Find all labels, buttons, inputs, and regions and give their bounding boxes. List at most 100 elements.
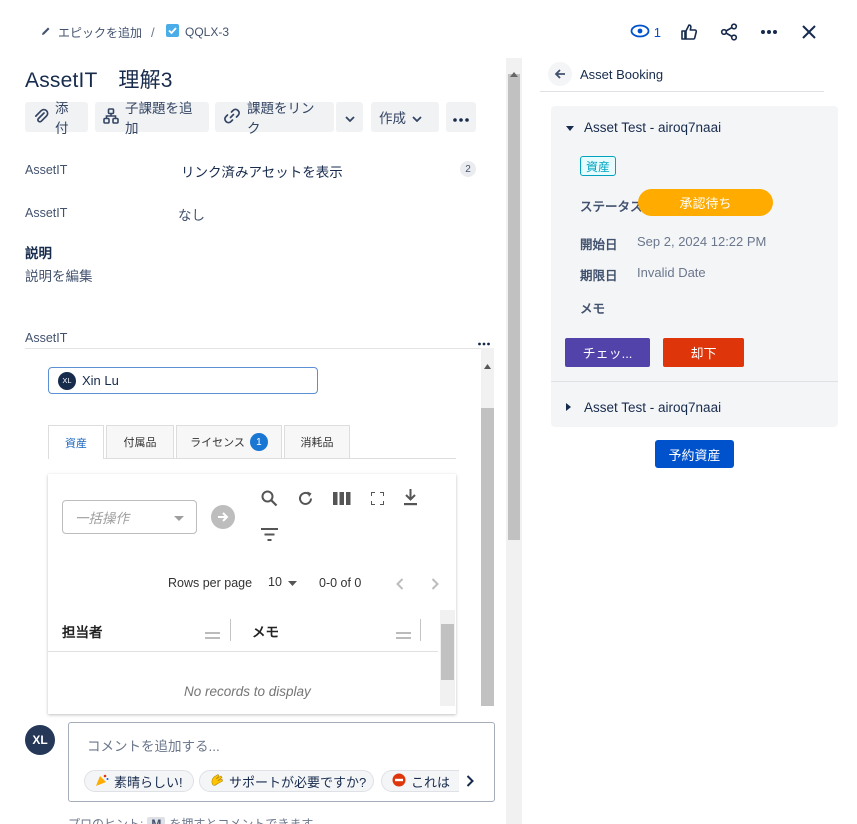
column-divider[interactable] xyxy=(420,619,421,641)
refresh-icon[interactable] xyxy=(297,490,314,512)
license-count-badge: 1 xyxy=(249,433,268,451)
tab-label: 付属品 xyxy=(123,437,157,449)
caret-right-icon xyxy=(566,398,571,416)
scroll-up-arrow-icon[interactable] xyxy=(484,356,491,374)
booking-divider xyxy=(551,381,838,382)
bulk-apply-button[interactable] xyxy=(211,505,235,529)
filter-icon[interactable] xyxy=(261,528,278,546)
column-header-memo[interactable]: メモ xyxy=(252,621,279,641)
search-icon[interactable] xyxy=(261,490,278,512)
link-issue-dropdown[interactable] xyxy=(335,102,363,132)
description-heading: 説明 xyxy=(25,246,52,261)
linked-assets-link[interactable]: リンク済みアセットを表示 xyxy=(181,161,343,181)
back-button[interactable] xyxy=(548,62,572,86)
chevron-down-icon xyxy=(344,110,355,125)
booking-item-name: Asset Test - airoq7naai xyxy=(584,399,722,415)
booking-panel-title: Asset Booking xyxy=(580,67,664,82)
column-divider[interactable] xyxy=(230,619,231,641)
breadcrumb-separator: / xyxy=(151,25,155,40)
embed-scroll-thumb[interactable] xyxy=(481,408,494,706)
user-select[interactable]: XL Xin Lu xyxy=(48,367,318,394)
due-date-value: Invalid Date xyxy=(637,265,706,280)
more-icon xyxy=(453,110,469,125)
tab-licenses[interactable]: ライセンス 1 xyxy=(176,425,282,458)
tab-accessories[interactable]: 付属品 xyxy=(106,425,174,458)
link-issue-button[interactable]: 課題をリンク xyxy=(215,101,334,136)
empty-table-message: No records to display xyxy=(184,684,311,699)
next-page-icon[interactable] xyxy=(431,577,439,595)
tab-label: 資産 xyxy=(65,437,87,450)
rows-per-page-label: Rows per page xyxy=(168,576,253,590)
add-subtask-button[interactable]: 子課題を追加 xyxy=(95,101,209,136)
main-scroll-thumb[interactable] xyxy=(508,74,520,540)
drag-handle-icon[interactable] xyxy=(205,627,220,645)
hint-suffix: を押すとコメントできます xyxy=(169,817,314,824)
scroll-up-arrow-icon[interactable] xyxy=(510,64,518,82)
quick-reply-great[interactable]: 素晴らしい! xyxy=(84,770,194,792)
tab-assets[interactable]: 資産 xyxy=(48,425,104,459)
caret-down-icon xyxy=(566,118,574,136)
download-icon[interactable] xyxy=(403,489,418,511)
close-button[interactable] xyxy=(797,20,821,44)
create-button[interactable]: 作成 xyxy=(371,102,439,132)
paperclip-icon xyxy=(33,108,49,127)
asset-tabs: 資産 付属品 ライセンス 1 消耗品 xyxy=(48,425,456,459)
rows-per-page-select[interactable]: 10 xyxy=(268,575,297,589)
table-scroll-thumb[interactable] xyxy=(441,624,454,680)
waving-hand-icon xyxy=(210,773,224,790)
create-label: 作成 xyxy=(379,111,406,126)
fullscreen-icon[interactable] xyxy=(370,491,385,510)
quick-reply-help[interactable]: サポートが必要ですか? xyxy=(199,770,374,792)
user-avatar: XL xyxy=(58,371,76,390)
linked-assets-count: 2 xyxy=(460,161,476,177)
prev-page-icon[interactable] xyxy=(396,577,404,595)
top-actions: 1 xyxy=(630,20,821,44)
link-icon xyxy=(223,107,241,128)
toolbar-more-button[interactable] xyxy=(446,102,476,132)
chevron-down-icon xyxy=(412,110,422,125)
add-epic-link[interactable]: エピックを追加 xyxy=(40,24,142,41)
drag-handle-icon[interactable] xyxy=(396,627,411,645)
embed-scrollbar[interactable] xyxy=(481,348,494,706)
quick-reply-label: サポートが必要ですか? xyxy=(229,774,367,790)
commenter-avatar: XL xyxy=(25,725,55,755)
watch-button[interactable]: 1 xyxy=(630,24,661,41)
main-scrollbar[interactable] xyxy=(506,58,522,824)
asset-type-tag: 資産 xyxy=(580,156,617,176)
close-icon xyxy=(802,25,816,39)
share-button[interactable] xyxy=(717,20,741,44)
bulk-action-select[interactable]: 一括操作 xyxy=(62,500,197,534)
comment-hint: プロのヒント: M を押すとコメントできます xyxy=(68,815,313,824)
add-subtask-label: 子課題を追加 xyxy=(125,101,193,136)
issue-key-link[interactable]: QQLX-3 xyxy=(166,24,229,40)
checkbox-icon xyxy=(166,24,179,40)
link-issue-label: 課題をリンク xyxy=(247,101,315,136)
attach-button[interactable]: 添付 xyxy=(25,101,88,136)
issue-title[interactable]: AssetIT 理解3 xyxy=(25,64,173,94)
subtask-icon xyxy=(103,107,119,127)
reserve-asset-button[interactable]: 予約資産 xyxy=(655,440,734,468)
columns-icon[interactable] xyxy=(333,492,351,510)
booking-item-name: Asset Test - airoq7naai xyxy=(584,119,722,135)
add-epic-label: エピックを追加 xyxy=(58,26,143,40)
table-scrollbar[interactable] xyxy=(440,610,455,706)
quick-reply-blocker[interactable]: これは xyxy=(381,770,459,792)
booking-item-toggle[interactable]: Asset Test - airoq7naai xyxy=(566,398,721,416)
tab-consumables[interactable]: 消耗品 xyxy=(284,425,350,458)
more-actions-button[interactable] xyxy=(757,20,781,44)
pencil-icon xyxy=(40,25,52,40)
column-header-assignee[interactable]: 担当者 xyxy=(62,621,103,641)
reject-button[interactable]: 却下 xyxy=(663,338,744,367)
share-icon xyxy=(720,23,738,41)
thumbs-up-icon xyxy=(681,24,698,40)
field-value[interactable]: なし xyxy=(178,204,205,224)
checkout-button[interactable]: チェッ... xyxy=(565,338,650,367)
description-editor[interactable]: 説明を編集 xyxy=(25,265,93,285)
status-label: ステータス xyxy=(580,200,643,214)
caret-down-icon xyxy=(287,575,297,589)
like-button[interactable] xyxy=(677,20,701,44)
due-date-label: 期限日 xyxy=(580,269,618,283)
attach-label: 添付 xyxy=(55,101,69,136)
booking-item-toggle[interactable]: Asset Test - airoq7naai xyxy=(566,118,721,136)
chevron-right-icon[interactable] xyxy=(466,774,474,792)
